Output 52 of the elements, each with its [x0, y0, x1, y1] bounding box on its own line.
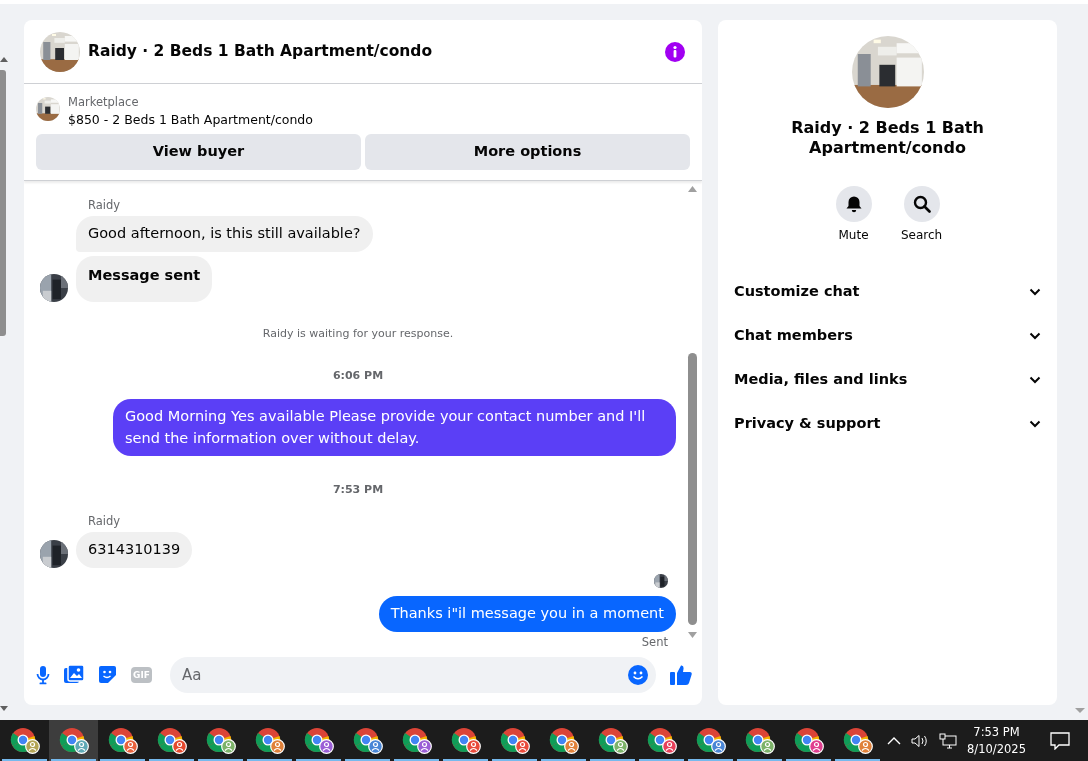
scroll-up-arrow[interactable] [688, 185, 697, 193]
listing-source: Marketplace [68, 94, 140, 111]
chevron-down-icon [1029, 420, 1041, 428]
scroll-up-arrow[interactable] [0, 56, 8, 62]
status-notice: Raidy is waiting for your response. [261, 325, 455, 342]
message-field[interactable]: Aa [169, 656, 656, 693]
details-title: Raidy · 2 Beds 1 Bath Apartment/condo [790, 118, 985, 158]
taskbar-app[interactable] [49, 720, 98, 761]
thumbs-up-icon[interactable] [670, 664, 692, 686]
scroll-down-arrow[interactable] [688, 631, 697, 639]
speaker-icon[interactable] [911, 733, 930, 748]
action-label: Search [900, 227, 943, 244]
info-icon[interactable] [664, 40, 686, 63]
mute-button[interactable] [835, 186, 872, 222]
action-label: Mute [838, 227, 869, 244]
scroll-down-arrow[interactable] [0, 706, 8, 712]
search-button[interactable] [903, 186, 940, 222]
clock-time: 7:53 PM [972, 723, 1021, 741]
section-toggle[interactable]: Customize chat [718, 270, 1057, 314]
section-toggle[interactable]: Media, files and links [718, 358, 1057, 402]
delivery-status: Sent [641, 633, 668, 651]
chevron-down-icon [1029, 288, 1041, 296]
message-bubble: Message sent [76, 256, 213, 302]
conversation-title: Raidy · 2 Beds 1 Bath Apartment/condo [88, 40, 433, 62]
timestamp: 7:53 PM [331, 482, 385, 499]
taskbar-clock[interactable]: 7:53 PM 8/10/2025 [967, 723, 1026, 758]
bell-icon [844, 195, 863, 213]
clock-date: 8/10/2025 [967, 740, 1026, 758]
section-toggle[interactable]: Privacy & support [718, 402, 1057, 446]
timestamp: 6:06 PM [331, 368, 385, 385]
section-toggle[interactable]: Chat members [718, 314, 1057, 358]
message-bubble: Good Morning Yes available Please provide your contact number and I'll send the information over without delay. [113, 398, 676, 457]
sticker-icon[interactable] [98, 665, 117, 685]
page-scrollbar-thumb[interactable] [0, 70, 6, 336]
notification-icon[interactable] [1050, 731, 1070, 750]
gallery-icon[interactable] [64, 665, 84, 685]
emoji-icon[interactable] [628, 664, 648, 685]
chevron-up-icon[interactable] [887, 736, 902, 745]
chevron-down-icon [1029, 332, 1041, 340]
action-button[interactable]: View buyer [36, 134, 361, 170]
listing-summary: $850 - 2 Beds 1 Bath Apartment/condo [68, 111, 313, 130]
chevron-down-icon [1029, 376, 1041, 384]
scrollbar-thumb[interactable] [688, 353, 697, 625]
sender-name: Raidy [88, 197, 122, 214]
message-bubble: Thanks i"il message you in a moment [378, 595, 676, 632]
action-button[interactable]: More options [365, 134, 690, 170]
message-bubble: Good afternoon, is this still available? [76, 216, 373, 252]
sender-name: Raidy [88, 512, 122, 530]
microphone-icon[interactable] [36, 664, 50, 685]
network-icon[interactable] [939, 732, 958, 749]
search-icon [912, 195, 931, 213]
message-bubble: 6314310139 [76, 532, 193, 568]
